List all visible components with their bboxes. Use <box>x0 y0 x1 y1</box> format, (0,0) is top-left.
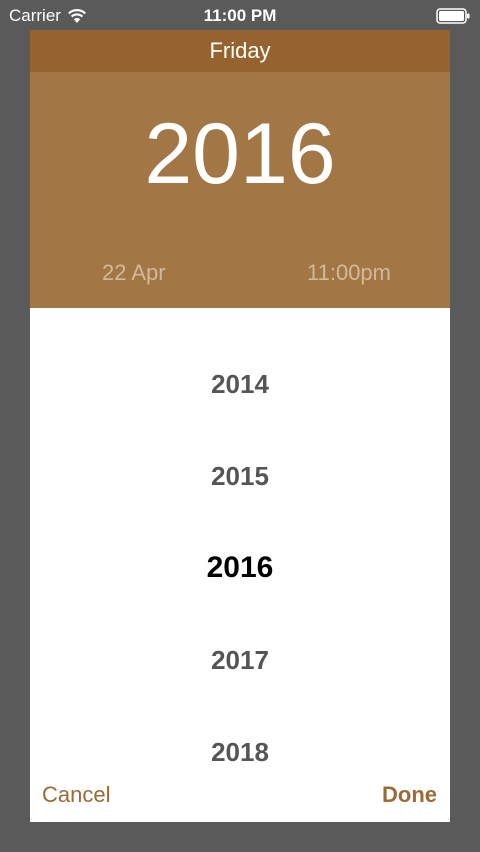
selected-date[interactable]: 22 Apr <box>102 260 166 286</box>
year-item-selected[interactable]: 2016 <box>30 548 450 588</box>
cancel-button[interactable]: Cancel <box>42 778 110 812</box>
selected-time[interactable]: 11:00pm <box>307 260 391 286</box>
year-item[interactable]: 2017 <box>30 640 450 680</box>
year-item[interactable]: 2015 <box>30 456 450 496</box>
weekday-header: Friday <box>30 30 450 72</box>
status-bar: Carrier 11:00 PM <box>0 0 480 32</box>
done-button[interactable]: Done <box>382 778 437 812</box>
selected-year[interactable]: 2016 <box>30 106 450 202</box>
year-item[interactable]: 2014 <box>30 364 450 404</box>
battery-icon <box>436 8 470 24</box>
status-time: 11:00 PM <box>203 6 277 25</box>
date-picker-dialog: Friday 2016 22 Apr 11:00pm 2014 2015 201… <box>30 30 450 822</box>
selected-date-panel: 2016 22 Apr 11:00pm <box>30 72 450 308</box>
year-item[interactable]: 2018 <box>30 732 450 772</box>
